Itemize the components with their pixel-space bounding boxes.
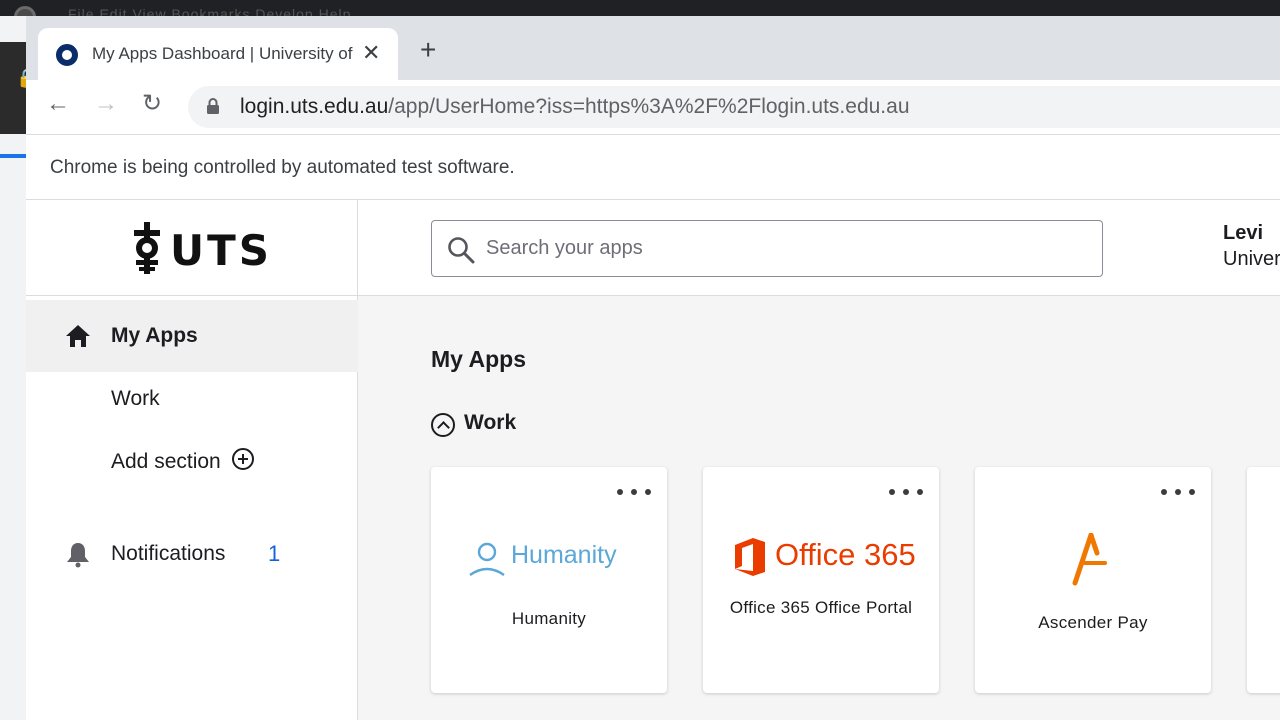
sidebar-item-label: Notifications [111,542,226,565]
url-domain: login.uts.edu.au [240,95,389,118]
app-card-humanity[interactable]: Humanity Humanity [431,467,667,693]
user-org: University of Technology Sydney [1223,248,1280,270]
uts-crest-icon [134,222,160,274]
office-icon [735,538,765,576]
url-text: login.uts.edu.au/app/UserHome?iss=https%… [240,95,910,119]
more-options-icon[interactable] [617,487,651,497]
search-placeholder: Search your apps [486,237,643,259]
app-name: Humanity [511,609,587,628]
reload-icon[interactable]: ↻ [142,92,162,116]
page-title: My Apps [431,346,526,372]
okta-favicon-icon [56,44,78,66]
office-365-logo: Office 365 [733,535,916,577]
top-header: Search your apps Levi University of Tech… [358,200,1280,296]
sidebar-item-add-section[interactable]: Add section [26,426,358,498]
logo-text: UTS [170,226,273,275]
sidebar: UTS My Apps Work Add section Notificatio… [26,200,358,720]
app-card-ascender-pay[interactable]: Ascender Pay [975,467,1211,693]
logo-text: Humanity [511,541,617,569]
app-name: Ascender Pay [1038,613,1148,632]
address-bar[interactable]: login.uts.edu.au/app/UserHome?iss=https%… [188,86,1280,128]
back-arrow-icon[interactable]: ← [46,92,70,116]
okta-dashboard: UTS My Apps Work Add section Notificatio… [26,200,1280,720]
browser-toolbar: ← → ↻ login.uts.edu.au/app/UserHome?iss=… [26,80,1280,134]
ascender-logo [1072,533,1107,586]
os-menu-bar: File Edit View Bookmarks Develop Help [0,0,1280,28]
person-icon [469,542,505,576]
app-card-partial[interactable] [1247,467,1280,693]
humanity-logo: Humanity [467,537,631,579]
automation-infobar: Chrome is being controlled by automated … [26,134,1280,200]
sidebar-item-label: Work [111,387,160,410]
sidebar-item-notifications[interactable]: Notifications 1 [26,518,358,590]
tab-strip: My Apps Dashboard | University of Techno… [26,16,1280,80]
main-content: My Apps Work Humanity Humanity Office 36… [358,296,1280,720]
collapse-chevron-icon[interactable] [431,413,455,437]
section-title[interactable]: Work [464,411,516,435]
plus-circle-icon [232,448,254,470]
bell-icon [67,543,89,568]
browser-tab[interactable]: My Apps Dashboard | University of Techno… [38,28,398,80]
forward-arrow-icon[interactable]: → [94,92,118,116]
app-name: Office 365 Office Portal [729,598,913,617]
app-card-office-365[interactable]: Office 365 Office 365 Office Portal [703,467,939,693]
lock-icon [207,98,219,114]
sidebar-item-label: My Apps [111,324,198,347]
uts-logo[interactable]: UTS [26,200,358,296]
sidebar-item-work[interactable]: Work [26,363,358,435]
logo-text: Office 365 [775,537,916,572]
search-input[interactable]: Search your apps [431,220,1103,277]
background-window: 🔒 [0,16,38,720]
sidebar-item-label: Add section [111,450,221,473]
sidebar-item-my-apps[interactable]: My Apps [26,300,358,372]
infobar-text: Chrome is being controlled by automated … [50,157,515,178]
close-tab-icon[interactable]: ✕ [362,40,380,66]
url-path: /app/UserHome?iss=https%3A%2F%2Flogin.ut… [388,95,910,118]
new-tab-icon[interactable]: + [420,36,436,64]
home-icon [66,325,90,347]
notification-count: 1 [268,541,281,566]
tab-title: My Apps Dashboard | University of Techno… [92,44,354,63]
more-options-icon[interactable] [889,487,923,497]
user-name[interactable]: Levi [1223,222,1263,245]
search-icon [448,237,475,264]
more-options-icon[interactable] [1161,487,1195,497]
browser-window: My Apps Dashboard | University of Techno… [26,16,1280,720]
